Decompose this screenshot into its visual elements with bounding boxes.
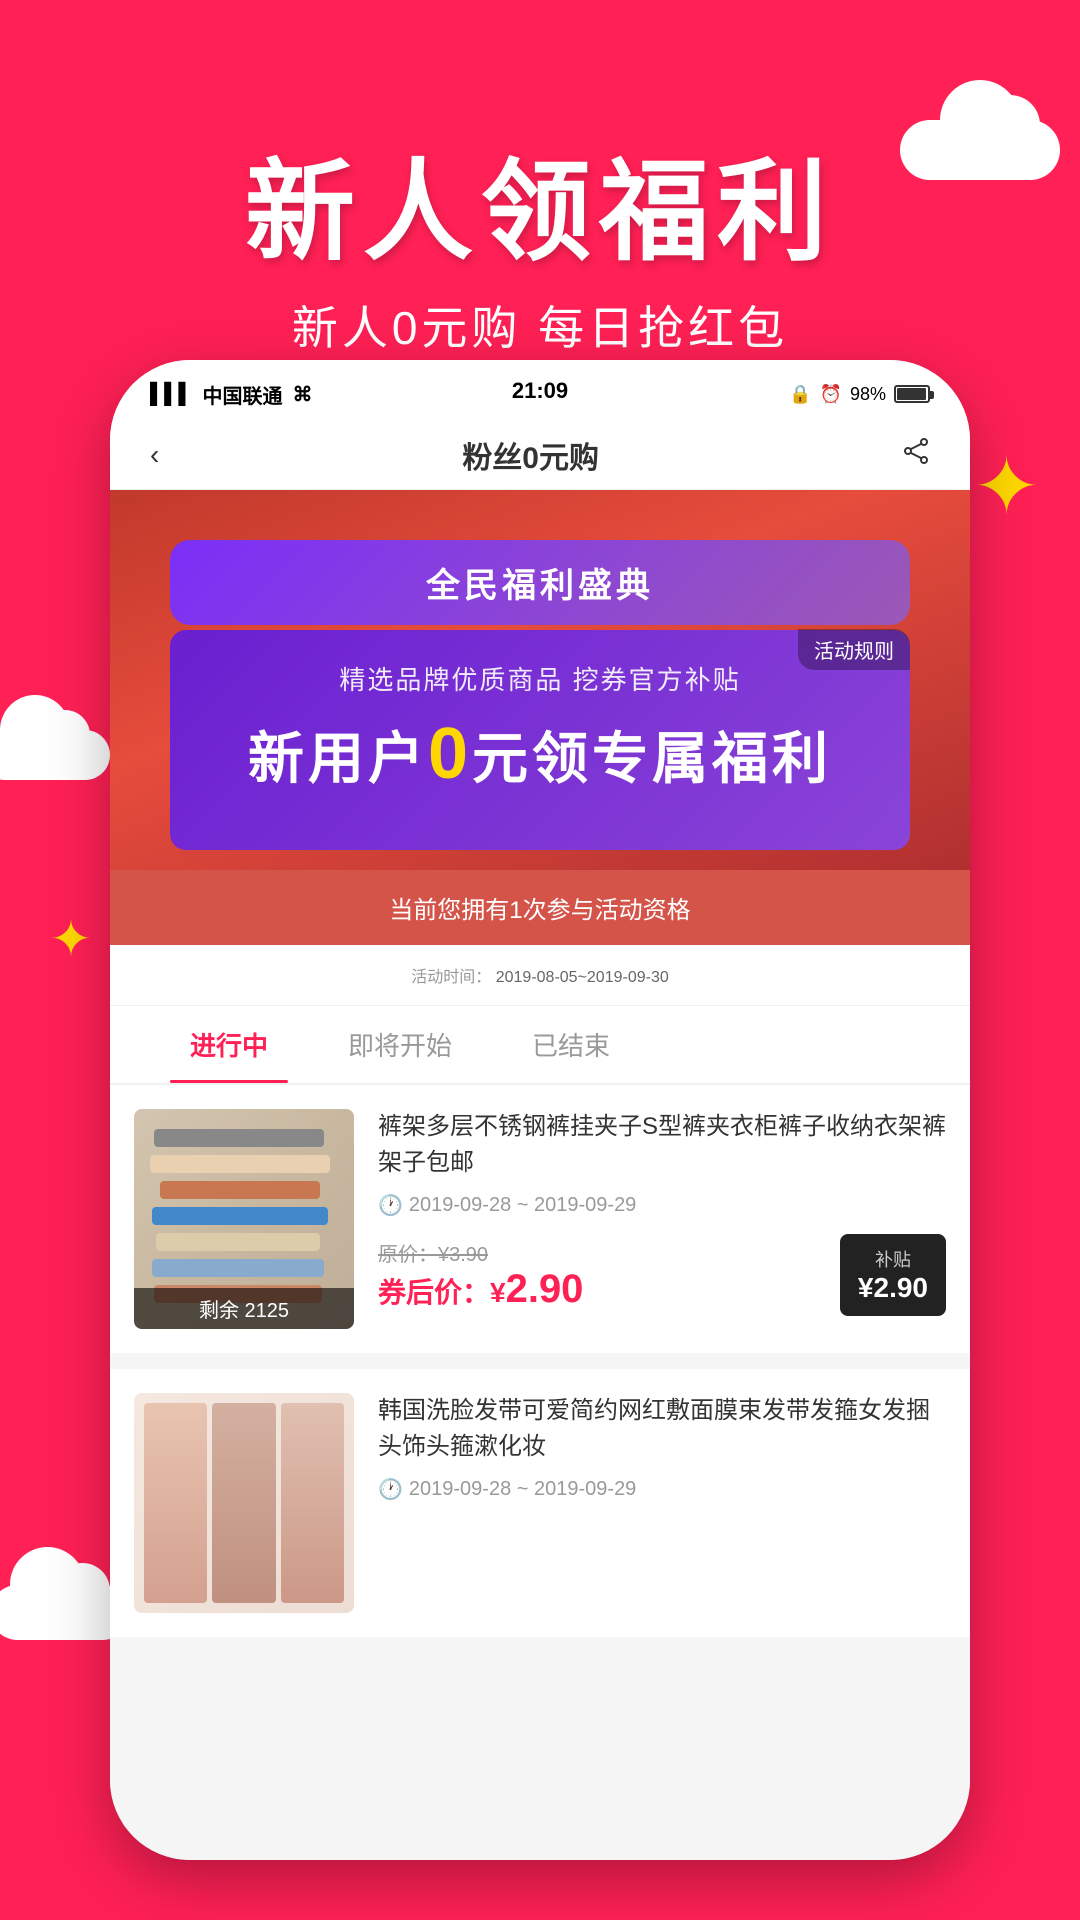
product-date-1: 🕐 2019-09-28 ~ 2019-09-29 xyxy=(378,1193,946,1218)
product-info-2: 韩国洗脸发带可爱简约网红敷面膜束发带发箍女发捆头饰头箍漱化妆 🕐 2019-09… xyxy=(378,1393,946,1613)
girl-col-2 xyxy=(212,1403,275,1603)
battery-percent: 98% xyxy=(850,384,886,405)
alarm-icon: ⏰ xyxy=(820,384,842,405)
date-label: 活动时间： xyxy=(411,969,491,986)
hanger-bar xyxy=(156,1233,320,1251)
product-title-1: 裤架多层不锈钢裤挂夹子S型裤夹衣柜裤子收纳衣架裤架子包邮 xyxy=(378,1109,946,1181)
promo-prefix: 新用户 xyxy=(248,727,428,790)
product-list: 剩余 2125 裤架多层不锈钢裤挂夹子S型裤夹衣柜裤子收纳衣架裤架子包邮 🕐 2… xyxy=(110,1085,970,1637)
subsidy-label-1: 补贴 xyxy=(858,1246,928,1272)
hanger-bar xyxy=(154,1129,324,1147)
cloud-decoration-mid xyxy=(0,730,110,780)
product-price-row-1: 原价：¥3.90 券后价：¥2.90 补贴 ¥2.90 xyxy=(378,1234,946,1316)
carrier-name: 中国联通 xyxy=(203,380,283,409)
event-title-banner: 全民福利盛典 xyxy=(170,540,910,625)
tabs-bar: 进行中 即将开始 已结束 xyxy=(110,1006,970,1085)
product-info-1: 裤架多层不锈钢裤挂夹子S型裤夹衣柜裤子收纳衣架裤架子包邮 🕐 2019-09-2… xyxy=(378,1109,946,1329)
promo-banner: 全民福利盛典 活动规则 精选品牌优质商品 挖券官方补贴 新用户0元领专属福利 xyxy=(110,490,970,870)
discount-price-1: 券后价：¥2.90 xyxy=(378,1267,583,1312)
hanger-bar xyxy=(152,1207,328,1225)
battery-icon xyxy=(894,385,930,403)
hero-section: 新人领福利 新人0元购 每日抢红包 xyxy=(0,0,1080,420)
girl-col-1 xyxy=(144,1403,207,1603)
lock-icon: 🔒 xyxy=(789,384,811,405)
tab-ended[interactable]: 已结束 xyxy=(492,1006,650,1083)
hero-subtitle: 新人0元购 每日抢红包 xyxy=(292,292,788,358)
product-date-2: 🕐 2019-09-28 ~ 2019-09-29 xyxy=(378,1477,946,1502)
product-image-2 xyxy=(134,1393,354,1613)
price-left: 原价：¥3.90 券后价：¥2.90 xyxy=(378,1238,583,1312)
wifi-icon: ⌘ xyxy=(293,382,313,407)
remaining-badge: 剩余 2125 xyxy=(134,1288,354,1329)
clock-icon: 🕐 xyxy=(378,1193,403,1218)
signal-icon: ▌▌▌ xyxy=(150,383,193,406)
original-price-1: 原价：¥3.90 xyxy=(378,1238,583,1267)
qualify-text: 当前您拥有1次参与活动资格 xyxy=(389,897,690,924)
promo-suffix: 元领专属福利 xyxy=(472,727,832,790)
hanger-bar xyxy=(152,1259,324,1277)
girls-image xyxy=(134,1393,354,1613)
promo-zero: 0 xyxy=(428,714,472,794)
promo-box: 活动规则 精选品牌优质商品 挖券官方补贴 新用户0元领专属福利 xyxy=(170,630,910,850)
date-info-bar: 活动时间： 2019-08-05~2019-09-30 xyxy=(110,945,970,1006)
subsidy-badge-1: 补贴 ¥2.90 xyxy=(840,1234,946,1316)
phone-mockup: ▌▌▌ 中国联通 ⌘ 21:09 🔒 ⏰ 98% ‹ 粉丝0元购 xyxy=(110,360,970,1860)
status-carrier: ▌▌▌ 中国联通 ⌘ xyxy=(150,380,313,409)
sparkle-icon-mid: ✦ xyxy=(50,910,92,968)
nav-title: 粉丝0元购 xyxy=(462,433,599,477)
activity-qualify-bar: 当前您拥有1次参与活动资格 xyxy=(110,870,970,945)
hero-title: 新人领福利 xyxy=(245,122,835,282)
content-area: 全民福利盛典 活动规则 精选品牌优质商品 挖券官方补贴 新用户0元领专属福利 当… xyxy=(110,490,970,1860)
status-bar: ▌▌▌ 中国联通 ⌘ 21:09 🔒 ⏰ 98% xyxy=(110,360,970,420)
event-title: 全民福利盛典 xyxy=(210,558,870,607)
tab-upcoming[interactable]: 即将开始 xyxy=(308,1006,492,1083)
remaining-text: 剩余 2125 xyxy=(199,1300,289,1322)
battery-fill xyxy=(897,388,926,400)
hanger-bar xyxy=(160,1181,320,1199)
status-time: 21:09 xyxy=(512,378,568,404)
promo-main-text: 新用户0元领专属福利 xyxy=(210,713,870,795)
girl-col-3 xyxy=(281,1403,344,1603)
share-button[interactable] xyxy=(902,437,930,472)
product-card-2[interactable]: 韩国洗脸发带可爱简约网红敷面膜束发带发箍女发捆头饰头箍漱化妆 🕐 2019-09… xyxy=(110,1369,970,1637)
nav-bar: ‹ 粉丝0元购 xyxy=(110,420,970,490)
product-image-1: 剩余 2125 xyxy=(134,1109,354,1329)
back-button[interactable]: ‹ xyxy=(150,439,159,471)
status-right: 🔒 ⏰ 98% xyxy=(789,384,930,405)
tab-ongoing[interactable]: 进行中 xyxy=(150,1006,308,1083)
product-card[interactable]: 剩余 2125 裤架多层不锈钢裤挂夹子S型裤夹衣柜裤子收纳衣架裤架子包邮 🕐 2… xyxy=(110,1085,970,1353)
sparkle-icon-top: ✦ xyxy=(973,440,1040,533)
clock-icon-2: 🕐 xyxy=(378,1477,403,1502)
rules-tag[interactable]: 活动规则 xyxy=(798,629,910,670)
subsidy-price-1: ¥2.90 xyxy=(858,1272,928,1303)
date-value: 2019-08-05~2019-09-30 xyxy=(496,969,669,986)
hanger-bar xyxy=(150,1155,330,1173)
product-title-2: 韩国洗脸发带可爱简约网红敷面膜束发带发箍女发捆头饰头箍漱化妆 xyxy=(378,1393,946,1465)
promo-subtitle: 精选品牌优质商品 挖券官方补贴 xyxy=(210,660,870,697)
